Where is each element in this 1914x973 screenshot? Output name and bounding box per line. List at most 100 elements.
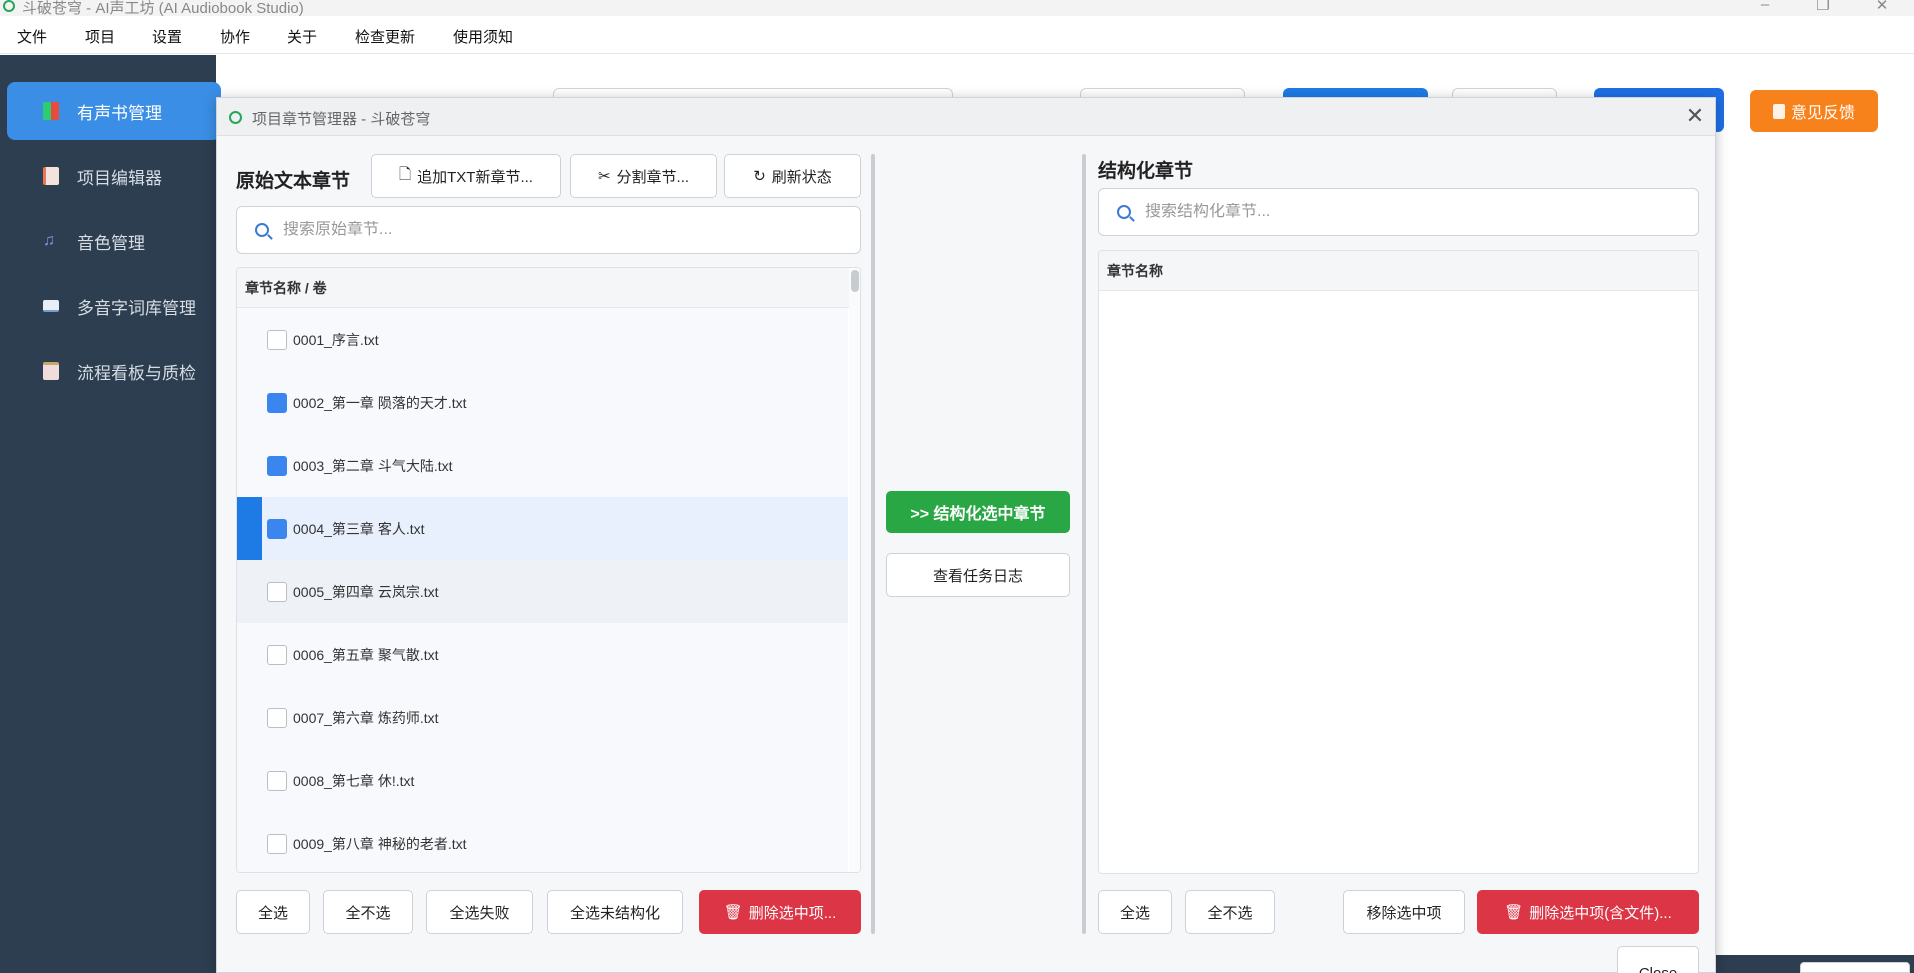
chapter-name: 0002_第一章 陨落的天才.txt xyxy=(293,394,467,411)
dialog-close-icon[interactable]: ✕ xyxy=(1683,103,1707,129)
row-checkbox[interactable] xyxy=(267,833,287,854)
button-label: 删除选中项(含文件)... xyxy=(1529,904,1672,922)
dialog-close-button[interactable]: Close xyxy=(1617,946,1699,973)
feedback-icon xyxy=(1772,103,1785,119)
panel-divider[interactable] xyxy=(871,154,875,934)
app-icon xyxy=(3,0,15,12)
chapter-name: 0003_第二章 斗气大陆.txt xyxy=(293,457,453,474)
menu-file[interactable]: 文件 xyxy=(17,26,47,47)
raw-chapter-search[interactable] xyxy=(236,206,861,254)
delete-selected-with-files-button[interactable]: 🗑 删除选中项(含文件)... xyxy=(1477,890,1699,934)
restore-icon[interactable]: ❐ xyxy=(1813,0,1833,14)
sidebar-item-label: 多音字词库管理 xyxy=(77,298,196,318)
list-item[interactable]: 0003_第二章 斗气大陆.txt xyxy=(237,434,848,497)
list-item[interactable]: 0008_第七章 休!.txt xyxy=(237,749,848,812)
structured-chapter-search-input[interactable] xyxy=(1145,203,1668,221)
chapter-name: 0009_第八章 神秘的老者.txt xyxy=(293,835,467,852)
dialog-title: 项目章节管理器 - 斗破苍穹 xyxy=(252,111,431,128)
view-task-log-button[interactable]: 查看任务日志 xyxy=(886,553,1070,597)
button-label: 删除选中项... xyxy=(748,904,837,922)
sidebar-item-label: 有声书管理 xyxy=(77,103,162,123)
list-item-selected[interactable]: 0004_第三章 客人.txt xyxy=(237,497,848,560)
chapter-name: 0001_序言.txt xyxy=(293,331,379,348)
list-item[interactable]: 0005_第四章 云岚宗.txt xyxy=(237,560,848,623)
remove-selected-button[interactable]: 移除选中项 xyxy=(1343,890,1465,934)
row-checkbox[interactable] xyxy=(267,581,287,602)
structured-chapter-list: 章节名称 xyxy=(1098,250,1699,874)
left-select-all-button[interactable]: 全选 xyxy=(236,890,310,934)
list-item[interactable]: 0009_第八章 神秘的老者.txt xyxy=(237,812,848,872)
add-file-icon: 🗋 xyxy=(399,165,412,183)
feedback-label: 意见反馈 xyxy=(1790,105,1855,122)
structured-chapter-search[interactable] xyxy=(1098,188,1699,236)
raw-chapter-column-header: 章节名称 / 卷 xyxy=(237,268,860,308)
refresh-status-button[interactable]: ↻ 刷新状态 xyxy=(724,154,861,198)
trash-icon: 🗑 xyxy=(723,904,743,921)
search-icon xyxy=(255,223,269,237)
list-item[interactable]: 0002_第一章 陨落的天才.txt xyxy=(237,371,848,434)
split-chapter-button[interactable]: ✂ 分割章节... xyxy=(570,154,717,198)
chapter-name: 0005_第四章 云岚宗.txt xyxy=(293,583,439,600)
sidebar-item-polyphone[interactable]: 多音字词库管理 xyxy=(7,277,221,335)
list-item[interactable]: 0006_第五章 聚气散.txt xyxy=(237,623,848,686)
row-checkbox[interactable] xyxy=(267,644,287,665)
dialog-titlebar: 项目章节管理器 - 斗破苍穹 ✕ xyxy=(217,98,1715,136)
select-unstructured-button[interactable]: 全选未结构化 xyxy=(547,890,683,934)
row-checkbox[interactable] xyxy=(267,770,287,791)
menu-project[interactable]: 项目 xyxy=(85,26,115,47)
button-label: 分割章节... xyxy=(616,168,690,186)
sidebar-item-voices[interactable]: ♫ 音色管理 xyxy=(7,212,221,270)
right-select-all-button[interactable]: 全选 xyxy=(1098,890,1172,934)
button-label: 追加TXT新章节... xyxy=(417,168,533,186)
menu-usage-notes[interactable]: 使用须知 xyxy=(453,26,513,47)
raw-chapter-search-input[interactable] xyxy=(283,221,828,239)
background-footer-button[interactable] xyxy=(1800,962,1910,973)
button-label: 刷新状态 xyxy=(771,168,832,186)
add-txt-chapter-button[interactable]: 🗋 追加TXT新章节... xyxy=(371,154,561,198)
row-checkbox[interactable] xyxy=(267,455,287,476)
sidebar: 有声书管理 项目编辑器 ♫ 音色管理 多音字词库管理 流程看板与质检 xyxy=(0,55,221,973)
window-titlebar: 斗破苍穹 - AI声工坊 (AI Audiobook Studio) – ❐ ✕ xyxy=(0,0,1914,17)
book-icon xyxy=(43,300,59,312)
delete-selected-button[interactable]: 🗑 删除选中项... xyxy=(699,890,861,934)
sidebar-item-project-editor[interactable]: 项目编辑器 xyxy=(7,147,221,205)
panel-divider[interactable] xyxy=(1082,154,1086,934)
row-checkbox[interactable] xyxy=(267,707,287,728)
select-failed-button[interactable]: 全选失败 xyxy=(426,890,533,934)
refresh-icon: ↻ xyxy=(753,168,766,185)
clipboard-icon xyxy=(43,362,59,380)
chapter-name: 0007_第六章 炼药师.txt xyxy=(293,709,439,726)
raw-chapter-list: 章节名称 / 卷 0001_序言.txt 0002_第一章 陨落的天才.txt … xyxy=(236,267,861,873)
structured-chapter-column-header: 章节名称 xyxy=(1099,251,1698,291)
minimize-icon[interactable]: – xyxy=(1755,0,1775,13)
row-checkbox[interactable] xyxy=(267,518,287,539)
search-icon xyxy=(1117,205,1131,219)
raw-chapters-title: 原始文本章节 xyxy=(236,171,351,192)
menu-settings[interactable]: 设置 xyxy=(152,26,182,47)
structure-selected-button[interactable]: >> 结构化选中章节 xyxy=(886,491,1070,533)
sidebar-item-label: 项目编辑器 xyxy=(77,168,162,188)
list-scrollbar[interactable] xyxy=(849,268,860,872)
sidebar-item-pipeline[interactable]: 流程看板与质检 xyxy=(7,342,221,400)
list-item[interactable]: 0007_第六章 炼药师.txt xyxy=(237,686,848,749)
menu-about[interactable]: 关于 xyxy=(287,26,317,47)
chapter-name: 0004_第三章 客人.txt xyxy=(293,520,425,537)
document-icon xyxy=(43,167,59,185)
list-item[interactable]: 0001_序言.txt xyxy=(237,308,848,371)
menu-check-updates[interactable]: 检查更新 xyxy=(355,26,415,47)
window-close-icon[interactable]: ✕ xyxy=(1872,0,1892,14)
menu-collaborate[interactable]: 协作 xyxy=(220,26,250,47)
row-checkbox[interactable] xyxy=(267,329,287,350)
feedback-button[interactable]: 意见反馈 xyxy=(1750,90,1878,132)
scrollbar-thumb[interactable] xyxy=(851,270,859,292)
audiobook-icon xyxy=(43,102,59,120)
right-select-none-button[interactable]: 全不选 xyxy=(1185,890,1275,934)
row-checkbox[interactable] xyxy=(267,392,287,413)
sidebar-item-audiobooks[interactable]: 有声书管理 xyxy=(7,82,221,140)
structured-chapters-title: 结构化章节 xyxy=(1098,161,1194,182)
app-icon xyxy=(229,111,242,124)
selection-indicator xyxy=(237,497,262,560)
left-select-none-button[interactable]: 全不选 xyxy=(323,890,413,934)
trash-icon: 🗑 xyxy=(1504,904,1524,921)
sidebar-item-label: 流程看板与质检 xyxy=(77,363,196,383)
